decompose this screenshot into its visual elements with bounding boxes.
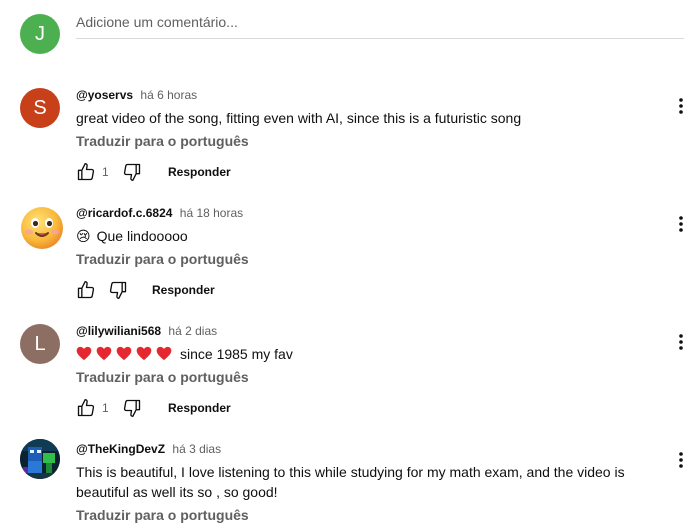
translate-link[interactable]: Traduzir para o português <box>76 507 249 523</box>
comment-header: @ricardof.c.6824 há 18 horas <box>76 206 243 220</box>
comment-time[interactable]: há 2 dias <box>168 324 217 338</box>
more-vertical-icon[interactable] <box>671 448 690 472</box>
comment-author[interactable]: @yoservs <box>76 88 133 102</box>
comment-actions: 1 Responder <box>76 396 231 420</box>
heart-emoji <box>136 346 152 366</box>
comment-item: @TheKingDevZ há 3 dias This is beautiful… <box>0 439 690 524</box>
comment-actions: Responder <box>76 278 215 302</box>
avatar-letter: L <box>34 332 46 355</box>
comment-text: since 1985 my fav <box>76 344 636 366</box>
heart-emoji <box>96 346 112 366</box>
avatar-letter: S <box>33 96 47 119</box>
translate-link[interactable]: Traduzir para o português <box>76 369 249 385</box>
comment-input-container[interactable] <box>76 14 684 39</box>
comment-author[interactable]: @ricardof.c.6824 <box>76 206 172 220</box>
composer-avatar: J <box>20 14 60 54</box>
comment-header: @yoservs há 6 horas <box>76 88 197 102</box>
heart-emoji <box>76 346 92 366</box>
comment-input[interactable] <box>76 14 684 30</box>
thumbs-up-icon[interactable] <box>76 280 96 300</box>
comment-time[interactable]: há 18 horas <box>180 206 243 220</box>
comment-item: @ricardof.c.6824 há 18 horas 😢 Que lindoo… <box>0 206 690 306</box>
reply-button[interactable]: Responder <box>152 283 215 297</box>
thumbs-down-icon[interactable] <box>122 398 142 418</box>
comment-actions: 1 Responder <box>76 160 231 184</box>
comment-avatar[interactable]: L <box>20 324 60 364</box>
thumbs-up-icon[interactable] <box>76 162 96 182</box>
smiling-face-avatar[interactable] <box>20 206 64 250</box>
thumbs-up-icon[interactable] <box>76 398 96 418</box>
comment-text: 😢 Que lindooooo <box>76 226 636 247</box>
comment-time[interactable]: há 3 dias <box>172 442 221 456</box>
translate-link[interactable]: Traduzir para o português <box>76 251 249 267</box>
comment-text: This is beautiful, I love listening to t… <box>76 464 625 500</box>
heart-emoji <box>156 346 172 366</box>
more-vertical-icon[interactable] <box>671 330 690 354</box>
comment-header: @TheKingDevZ há 3 dias <box>76 442 221 456</box>
comment-author[interactable]: @TheKingDevZ <box>76 442 165 456</box>
reply-button[interactable]: Responder <box>168 401 231 415</box>
thumbs-down-icon[interactable] <box>122 162 142 182</box>
like-count: 1 <box>102 165 109 179</box>
comment-author[interactable]: @lilywiliani568 <box>76 324 161 338</box>
crying-face-emoji: 😢 <box>76 229 91 245</box>
comment-item: S @yoservs há 6 horas great video of the… <box>0 88 690 188</box>
comment-text: great video of the song, fitting even wi… <box>76 110 522 126</box>
minecraft-avatar[interactable] <box>20 439 60 479</box>
comment-text-content: Que lindooooo <box>96 228 188 244</box>
comment-avatar[interactable]: S <box>20 88 60 128</box>
translate-link[interactable]: Traduzir para o português <box>76 133 249 149</box>
heart-emoji <box>116 346 132 366</box>
reply-button[interactable]: Responder <box>168 165 231 179</box>
comment-item: L @lilywiliani568 há 2 dias since 1985 m… <box>0 324 690 424</box>
more-vertical-icon[interactable] <box>671 212 690 236</box>
comment-text-content: since 1985 my fav <box>180 346 293 362</box>
thumbs-down-icon[interactable] <box>108 280 128 300</box>
comment-header: @lilywiliani568 há 2 dias <box>76 324 217 338</box>
like-count: 1 <box>102 401 109 415</box>
more-vertical-icon[interactable] <box>671 94 690 118</box>
avatar-letter: J <box>35 22 45 45</box>
comment-time[interactable]: há 6 horas <box>140 88 197 102</box>
